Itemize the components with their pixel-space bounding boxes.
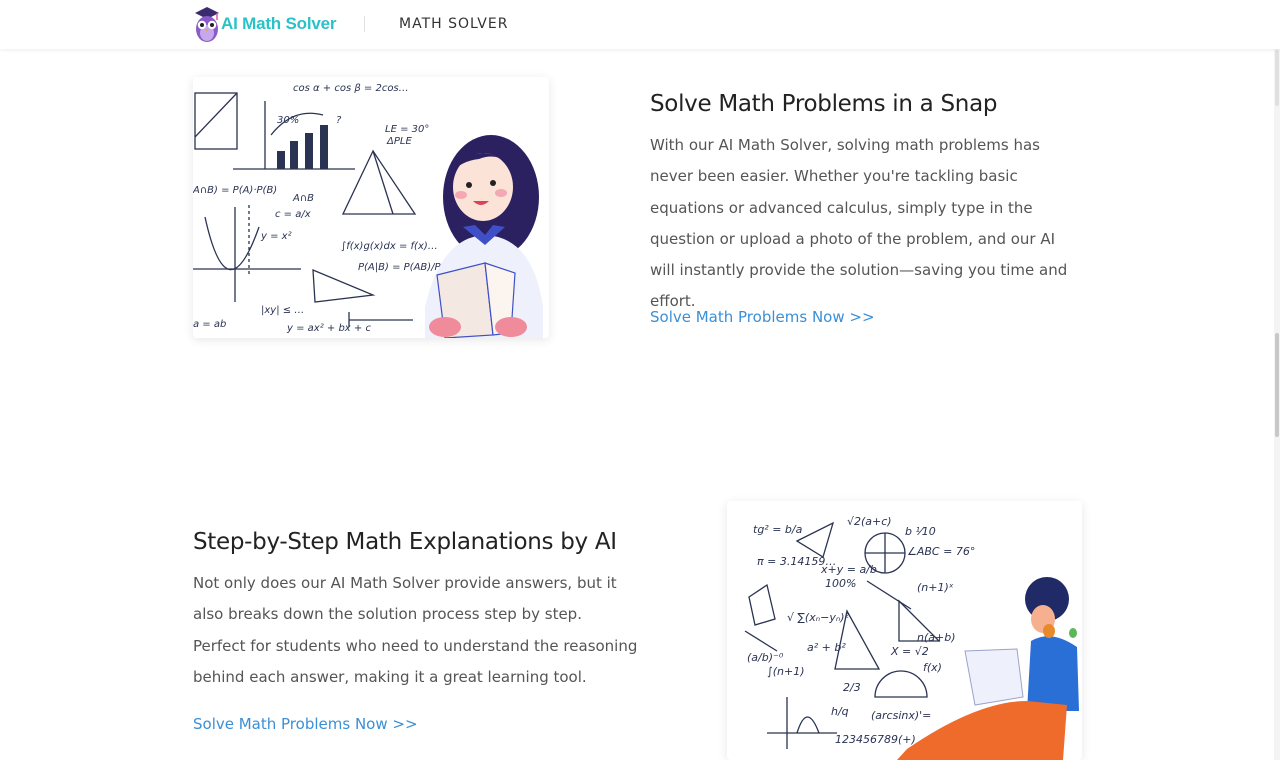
svg-text:A∩B: A∩B [292,193,314,204]
svg-text:y = x²: y = x² [260,231,292,242]
svg-text:a = ab: a = ab [193,319,226,330]
scrollbar-thumb[interactable] [1275,333,1279,437]
section1-cta-link[interactable]: Solve Math Problems Now >> [650,308,875,326]
svg-text:100%: 100% [825,577,856,590]
svg-text:∫(n+1): ∫(n+1) [767,665,805,678]
section2-title: Step-by-Step Math Explanations by AI [193,529,617,556]
svg-text:2/3: 2/3 [843,681,861,694]
svg-text:?: ? [336,115,342,126]
svg-text:√ ∑(xₙ−yₙ)²: √ ∑(xₙ−yₙ)² [787,611,850,624]
site-logo[interactable]: AI Math Solver [193,4,336,44]
section2-body: Not only does our AI Math Solver provide… [193,574,638,686]
svg-text:ΔPLE: ΔPLE [386,136,412,147]
section2-cta-link[interactable]: Solve Math Problems Now >> [193,715,418,733]
svg-text:|xy| ≤ …: |xy| ≤ … [261,305,304,316]
svg-text:h/q: h/q [831,705,849,718]
svg-text:c = a/x: c = a/x [275,209,311,220]
page-scrollbar[interactable] [1274,0,1280,760]
svg-text:f(x): f(x) [923,661,942,674]
logo-text: AI Math Solver [221,14,337,33]
header-divider [364,16,365,32]
svg-text:∠ABC = 76°: ∠ABC = 76° [907,545,975,558]
owl-graduate-icon [195,7,219,42]
svg-text:30%: 30% [277,115,299,126]
math-student-laptop-illustration: tg² = b/a √2(a+c) b ⅟10 ∠ABC = 76° π = 3… [727,501,1082,760]
svg-text:(a/b)⁻⁰: (a/b)⁻⁰ [747,651,784,664]
svg-text:y = ax² + bx + c: y = ax² + bx + c [286,323,371,334]
svg-text:b ⅟10: b ⅟10 [905,525,936,538]
svg-text:(arcsinx)'=: (arcsinx)'= [871,709,931,722]
nav-math-solver[interactable]: MATH SOLVER [399,16,508,32]
svg-text:123456789(+): 123456789(+) [835,733,916,746]
svg-text:X = √2: X = √2 [890,645,929,658]
math-girl-illustration: cos α + cos β = 2cos… 30% ? LE = 30° ΔPL… [193,77,549,338]
svg-text:A∩B) = P(A)·P(B): A∩B) = P(A)·P(B) [193,185,277,196]
svg-text:a² + b²: a² + b² [807,641,846,654]
svg-text:n(a+b): n(a+b) [917,631,956,644]
site-header: AI Math Solver MATH SOLVER [0,0,1280,49]
section1-body: With our AI Math Solver, solving math pr… [650,136,1068,311]
svg-text:x+y = a/b: x+y = a/b [820,563,877,576]
svg-text:∫f(x)g(x)dx = f(x)…: ∫f(x)g(x)dx = f(x)… [341,241,438,252]
svg-text:√2(a+c): √2(a+c) [847,515,892,528]
scrollbar-upper-segment [1275,50,1279,106]
section1-title: Solve Math Problems in a Snap [650,91,998,118]
svg-text:tg² = b/a: tg² = b/a [753,523,803,536]
svg-text:LE = 30°: LE = 30° [385,124,429,135]
svg-text:(n+1)ˣ: (n+1)ˣ [917,581,954,594]
svg-text:cos α + cos β = 2cos…: cos α + cos β = 2cos… [293,83,409,94]
